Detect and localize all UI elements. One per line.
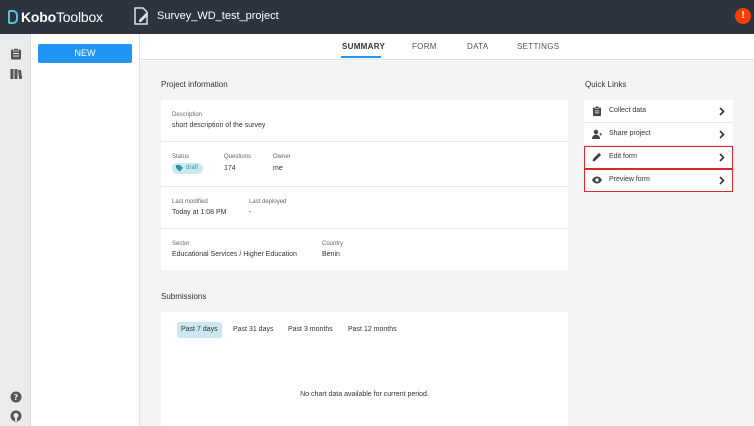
dates-row: Last modified Today at 1:08 PM Last depl…	[161, 187, 568, 229]
logo-text-toolbox: Toolbox	[55, 9, 103, 25]
logo-mark-icon	[8, 10, 18, 24]
country-label: Country	[322, 241, 344, 247]
github-icon[interactable]	[10, 410, 22, 422]
kobotoolbox-logo[interactable]: KoboToolbox	[8, 8, 103, 26]
quick-link-edit-form[interactable]: Edit form	[584, 146, 733, 169]
help-icon[interactable]: ?	[10, 391, 22, 403]
chevron-right-icon	[719, 153, 725, 162]
period-tab-12-months[interactable]: Past 12 months	[344, 322, 401, 338]
tab-summary[interactable]: SUMMARY	[342, 42, 385, 51]
new-project-button[interactable]: NEW	[38, 44, 132, 63]
form-document-icon	[134, 7, 148, 25]
chevron-right-icon	[719, 130, 725, 139]
tab-data[interactable]: DATA	[467, 42, 488, 51]
tag-icon	[176, 165, 183, 172]
description-value: short description of the survey	[172, 122, 266, 129]
owner-value: me	[273, 165, 283, 172]
description-row: Description short description of the sur…	[161, 100, 568, 142]
quick-link-label: Edit form	[609, 153, 638, 160]
eye-icon	[592, 176, 602, 184]
quick-link-share-project[interactable]: Share project	[584, 123, 733, 146]
description-label: Description	[172, 112, 203, 118]
project-title[interactable]: Survey_WD_test_project	[157, 10, 279, 22]
last-modified-label: Last modified	[172, 199, 208, 205]
sector-label: Sector	[172, 241, 190, 247]
chevron-right-icon	[719, 176, 725, 185]
pencil-icon	[592, 152, 602, 162]
project-tabs: SUMMARY FORM DATA SETTINGS	[140, 34, 754, 60]
quick-link-collect-data[interactable]: Collect data	[584, 100, 733, 123]
quick-link-preview-form[interactable]: Preview form	[584, 169, 733, 192]
quick-link-label: Preview form	[609, 176, 650, 183]
status-badge: draft	[172, 163, 204, 174]
user-avatar[interactable]: !	[735, 8, 751, 24]
quick-link-label: Collect data	[609, 107, 646, 114]
quick-links-heading: Quick Links	[585, 80, 627, 89]
project-information-heading: Project information	[161, 80, 228, 89]
period-tab-3-months[interactable]: Past 3 months	[284, 322, 337, 338]
submissions-heading: Submissions	[161, 292, 207, 301]
forms-icon[interactable]	[10, 48, 22, 60]
status-row: Status draft Questions 174 Owner me	[161, 142, 568, 187]
period-tab-31-days[interactable]: Past 31 days	[229, 322, 277, 338]
no-chart-data-message: No chart data available for current peri…	[300, 391, 429, 398]
tab-settings[interactable]: SETTINGS	[517, 42, 559, 51]
sector-value: Educational Services / Higher Education	[172, 251, 297, 258]
svg-text:?: ?	[14, 393, 19, 402]
period-tab-7-days[interactable]: Past 7 days	[177, 322, 222, 338]
quick-links-list: Collect data Share project Edit form Pre…	[584, 100, 733, 196]
last-deployed-value: -	[249, 209, 252, 216]
project-information-card: Description short description of the sur…	[161, 100, 568, 270]
status-badge-text: draft	[186, 165, 199, 171]
questions-value: 174	[224, 165, 236, 172]
last-deployed-label: Last deployed	[249, 199, 287, 205]
library-icon[interactable]	[10, 68, 22, 80]
tab-form[interactable]: FORM	[412, 42, 437, 51]
top-bar: KoboToolbox Survey_WD_test_project !	[0, 0, 754, 34]
sidebar: NEW	[31, 34, 140, 426]
questions-label: Questions	[224, 154, 252, 160]
sector-row: Sector Educational Services / Higher Edu…	[161, 229, 568, 270]
logo-text-kobo: Kobo	[21, 9, 56, 25]
status-label: Status	[172, 154, 190, 160]
icon-rail: ?	[0, 34, 31, 426]
clipboard-icon	[593, 106, 601, 116]
summary-content: Project information Description short de…	[140, 61, 754, 426]
active-tab-indicator	[341, 56, 381, 58]
owner-label: Owner	[273, 154, 291, 160]
quick-link-label: Share project	[609, 130, 651, 137]
add-user-icon	[592, 129, 602, 139]
country-value: Benin	[322, 251, 340, 258]
last-modified-value: Today at 1:08 PM	[172, 209, 227, 216]
submissions-card: Past 7 days Past 31 days Past 3 months P…	[161, 312, 568, 426]
chevron-right-icon	[719, 107, 725, 116]
